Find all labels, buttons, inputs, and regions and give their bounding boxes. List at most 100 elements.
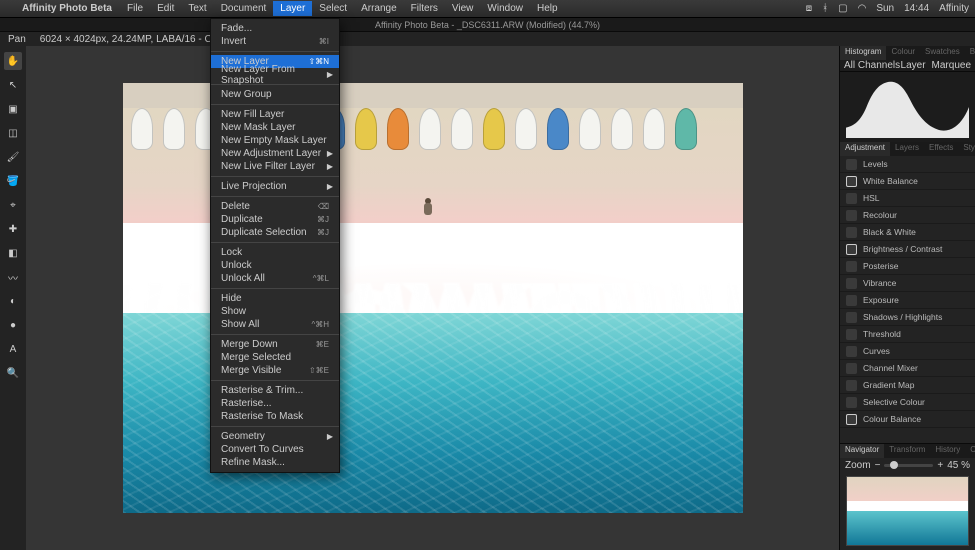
zoom-in-button[interactable]: + xyxy=(937,460,943,471)
histogram-tab-colour[interactable]: Colour xyxy=(886,46,920,60)
menu-item-live-projection[interactable]: Live Projection▶ xyxy=(211,180,339,193)
adjustment-colour-balance[interactable]: Colour Balance xyxy=(840,411,975,428)
zoom-slider[interactable] xyxy=(884,464,933,467)
histogram-tab-swatches[interactable]: Swatches xyxy=(920,46,965,60)
adjustment-icon xyxy=(846,278,857,289)
sponge-tool[interactable]: ● xyxy=(4,316,22,334)
adjustment-tab-styles[interactable]: Styles xyxy=(958,142,975,156)
menu-select[interactable]: Select xyxy=(312,1,354,16)
menu-layer[interactable]: Layer xyxy=(273,1,312,16)
menu-item-label: New Group xyxy=(221,89,272,100)
adjustment-exposure[interactable]: Exposure xyxy=(840,292,975,309)
navigator-thumbnail[interactable] xyxy=(846,476,969,546)
menu-item-duplicate-selection[interactable]: Duplicate Selection⌘J xyxy=(211,226,339,239)
zoom-value[interactable]: 45 % xyxy=(947,460,970,471)
menu-window[interactable]: Window xyxy=(480,1,530,16)
fill-tool[interactable]: 🪣 xyxy=(4,172,22,190)
channel-selector[interactable]: All Channels xyxy=(844,60,900,71)
menu-item-new-live-filter-layer[interactable]: New Live Filter Layer▶ xyxy=(211,160,339,173)
adjustment-curves[interactable]: Curves xyxy=(840,343,975,360)
menu-file[interactable]: File xyxy=(120,1,150,16)
menu-item-rasterise-to-mask[interactable]: Rasterise To Mask xyxy=(211,410,339,423)
adjustment-selective-colour[interactable]: Selective Colour xyxy=(840,394,975,411)
menu-item-new-fill-layer[interactable]: New Fill Layer xyxy=(211,108,339,121)
adjustment-recolour[interactable]: Recolour xyxy=(840,207,975,224)
smudge-tool[interactable]: 〰 xyxy=(4,268,22,286)
heal-tool[interactable]: ✚ xyxy=(4,220,22,238)
menu-help[interactable]: Help xyxy=(530,1,565,16)
channel-layer-toggle[interactable]: Layer xyxy=(901,60,926,71)
menu-item-duplicate[interactable]: Duplicate⌘J xyxy=(211,213,339,226)
navigator-tab-transform[interactable]: Transform xyxy=(884,444,930,458)
menu-item-lock[interactable]: Lock xyxy=(211,246,339,259)
menu-document[interactable]: Document xyxy=(214,1,274,16)
menu-item-show-all[interactable]: Show All^⌘H xyxy=(211,318,339,331)
menu-edit[interactable]: Edit xyxy=(150,1,181,16)
eraser-tool[interactable]: ◧ xyxy=(4,244,22,262)
hand-tool[interactable]: ✋ xyxy=(4,52,22,70)
histogram-tab-histogram[interactable]: Histogram xyxy=(840,46,886,60)
menu-item-unlock[interactable]: Unlock xyxy=(211,259,339,272)
app-name[interactable]: Affinity Photo Beta xyxy=(22,3,112,14)
channel-marquee-toggle[interactable]: Marquee xyxy=(932,60,971,71)
adjustment-brightness---contrast[interactable]: Brightness / Contrast xyxy=(840,241,975,258)
histogram-icon xyxy=(846,76,969,138)
menu-item-label: New Empty Mask Layer xyxy=(221,135,327,146)
navigator-tab-channels[interactable]: Channels xyxy=(965,444,975,458)
move-tool[interactable]: ↖ xyxy=(4,76,22,94)
zoom-tool[interactable]: 🔍 xyxy=(4,364,22,382)
menu-item-geometry[interactable]: Geometry▶ xyxy=(211,430,339,443)
menu-item-new-layer-from-snapshot[interactable]: New Layer From Snapshot▶ xyxy=(211,68,339,81)
adjustment-tab-adjustment[interactable]: Adjustment xyxy=(840,142,890,156)
menu-item-new-group[interactable]: New Group xyxy=(211,88,339,101)
dropbox-icon[interactable]: ⧈ xyxy=(806,3,812,14)
menu-item-delete[interactable]: Delete⌫ xyxy=(211,200,339,213)
clone-tool[interactable]: ⌖ xyxy=(4,196,22,214)
zoom-out-button[interactable]: − xyxy=(875,460,881,471)
menu-shortcut: ⇧⌘E xyxy=(309,366,329,375)
menu-view[interactable]: View xyxy=(445,1,481,16)
navigator-tab-navigator[interactable]: Navigator xyxy=(840,444,884,458)
adjustment-channel-mixer[interactable]: Channel Mixer xyxy=(840,360,975,377)
menu-item-new-mask-layer[interactable]: New Mask Layer xyxy=(211,121,339,134)
menu-item-rasterise---[interactable]: Rasterise... xyxy=(211,397,339,410)
menu-item-hide[interactable]: Hide xyxy=(211,292,339,305)
menu-item-invert[interactable]: Invert⌘I xyxy=(211,35,339,48)
adjustment-gradient-map[interactable]: Gradient Map xyxy=(840,377,975,394)
menu-item-show[interactable]: Show xyxy=(211,305,339,318)
dodge-tool[interactable]: ◐ xyxy=(4,292,22,310)
menu-item-merge-visible[interactable]: Merge Visible⇧⌘E xyxy=(211,364,339,377)
adjustment-levels[interactable]: Levels xyxy=(840,156,975,173)
canvas-viewport[interactable] xyxy=(26,46,839,550)
text-tool[interactable]: A xyxy=(4,340,22,358)
brush-tool[interactable]: 🖌 xyxy=(4,148,22,166)
menu-text[interactable]: Text xyxy=(181,1,213,16)
menubar-user[interactable]: Affinity xyxy=(939,3,969,14)
crop-tool[interactable]: ▣ xyxy=(4,100,22,118)
menu-item-unlock-all[interactable]: Unlock All^⌘L xyxy=(211,272,339,285)
adjustment-black---white[interactable]: Black & White xyxy=(840,224,975,241)
select-tool[interactable]: ◫ xyxy=(4,124,22,142)
wifi-icon[interactable]: ◠ xyxy=(858,3,867,14)
histogram-tab-brushes[interactable]: Brushes xyxy=(965,46,975,60)
menu-item-rasterise---trim---[interactable]: Rasterise & Trim... xyxy=(211,384,339,397)
adjustment-shadows---highlights[interactable]: Shadows / Highlights xyxy=(840,309,975,326)
adjustment-white-balance[interactable]: White Balance xyxy=(840,173,975,190)
menu-item-label: New Layer From Snapshot xyxy=(221,64,329,86)
menu-arrange[interactable]: Arrange xyxy=(354,1,404,16)
adjustment-tab-layers[interactable]: Layers xyxy=(890,142,924,156)
adjustment-posterise[interactable]: Posterise xyxy=(840,258,975,275)
adjustment-hsl[interactable]: HSL xyxy=(840,190,975,207)
adjustment-vibrance[interactable]: Vibrance xyxy=(840,275,975,292)
adjustment-label: Posterise xyxy=(863,261,898,271)
adjustment-threshold[interactable]: Threshold xyxy=(840,326,975,343)
menu-item-new-empty-mask-layer[interactable]: New Empty Mask Layer xyxy=(211,134,339,147)
navigator-tab-history[interactable]: History xyxy=(930,444,965,458)
menu-filters[interactable]: Filters xyxy=(404,1,445,16)
menu-item-new-adjustment-layer[interactable]: New Adjustment Layer▶ xyxy=(211,147,339,160)
menu-item-refine-mask---: Refine Mask... xyxy=(211,456,339,469)
adjustment-tab-effects[interactable]: Effects xyxy=(924,142,958,156)
airplay-icon[interactable]: ▢ xyxy=(838,3,847,14)
bluetooth-icon[interactable]: ᚼ xyxy=(822,3,828,14)
menu-item-label: Rasterise & Trim... xyxy=(221,385,303,396)
